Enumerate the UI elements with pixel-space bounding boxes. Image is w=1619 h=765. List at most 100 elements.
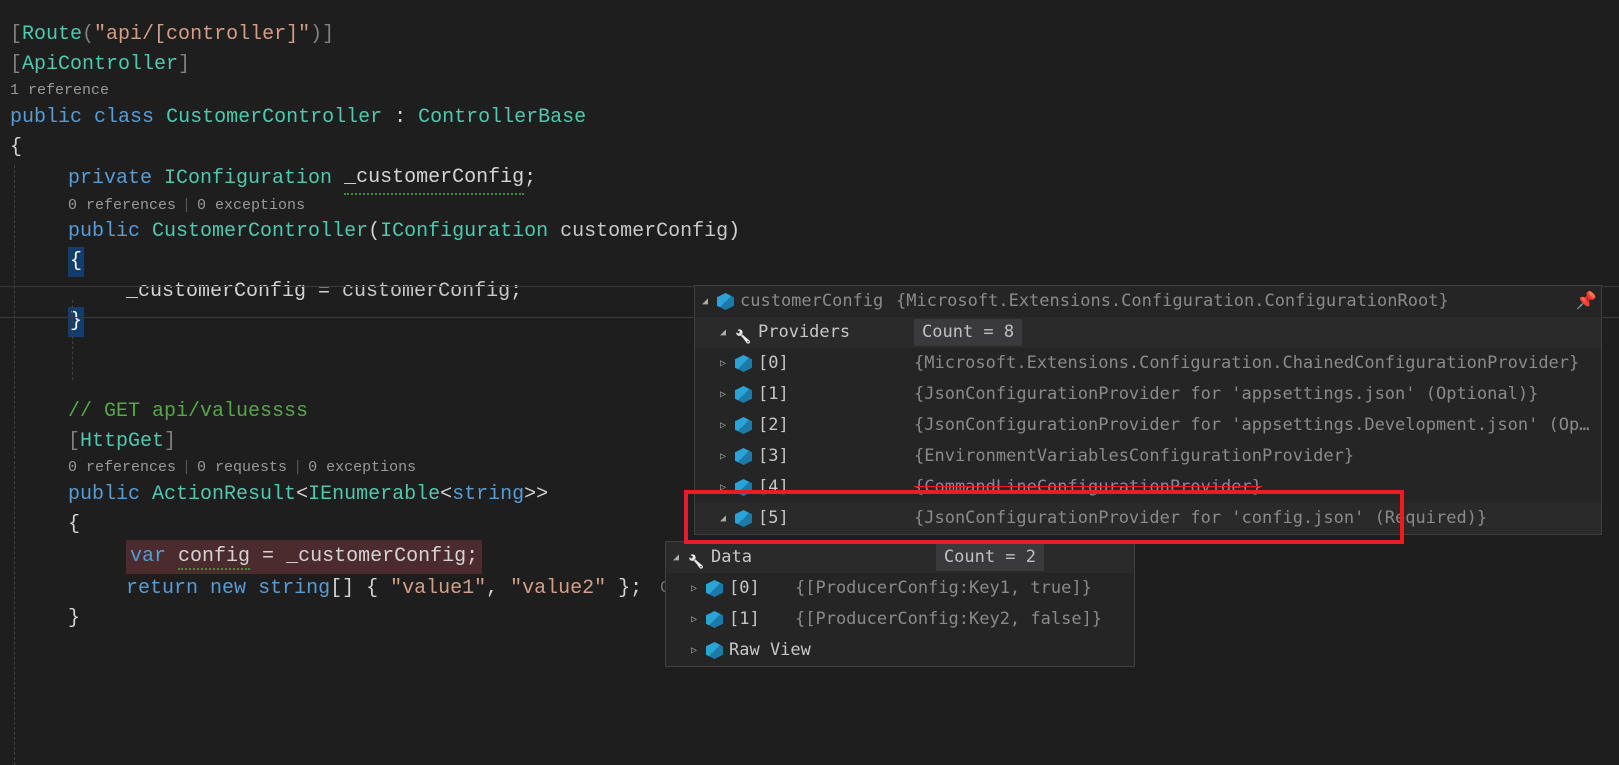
collapse-icon[interactable]: ◢	[670, 552, 682, 564]
separator: |	[182, 457, 191, 480]
datatip-value: {Microsoft.Extensions.Configuration.Conf…	[896, 289, 1570, 315]
datatip-name: customerConfig	[740, 289, 890, 315]
expand-icon[interactable]: ▷	[717, 420, 729, 432]
codelens-text: 0 requests	[197, 457, 287, 480]
string-literal: "api/[controller]"	[94, 20, 310, 50]
keyword: private	[68, 164, 152, 194]
field-name: _customerConfig	[344, 163, 524, 195]
type-name: CustomerController	[166, 103, 382, 133]
keyword: public	[68, 480, 140, 510]
code-line[interactable]: public class CustomerController : Contro…	[10, 103, 1619, 133]
datatip-index: [0]	[758, 351, 908, 377]
angle: <	[296, 480, 308, 510]
keyword: return	[126, 574, 198, 604]
datatip-value: {[ProducerConfig:Key2, false]}	[795, 607, 1130, 633]
count-badge: Count = 8	[914, 319, 1022, 347]
datatip-row[interactable]: ▷ [2]{JsonConfigurationProvider for 'apps…	[695, 410, 1601, 441]
codelens-text: 0 exceptions	[197, 195, 305, 218]
expand-icon[interactable]: ▷	[717, 451, 729, 463]
expand-icon[interactable]: ▷	[688, 645, 700, 657]
pin-icon[interactable]: 📌	[1576, 289, 1597, 315]
nested-datatip[interactable]: ◢ Data Count = 2 ▷[0]{[ProducerConfig:Ke…	[665, 541, 1135, 667]
collapse-icon[interactable]: ◢	[699, 296, 711, 308]
indent-guide-1	[14, 165, 15, 765]
code-line[interactable]: {	[10, 133, 1619, 163]
code-line[interactable]: [ApiController]	[10, 50, 1619, 80]
keyword: class	[94, 103, 154, 133]
datatip-index: [4]	[758, 475, 908, 501]
datatip-index: [1]	[729, 607, 789, 633]
param-type: IConfiguration	[380, 217, 548, 247]
bracket: ]	[164, 427, 176, 457]
separator: |	[293, 457, 302, 480]
code-line[interactable]: [Route(("api/[controller]")"api/[control…	[10, 20, 1619, 50]
paren: (	[368, 217, 380, 247]
datatip-row[interactable]: ▷ [1]{[ProducerConfig:Key2, false]}	[666, 604, 1134, 635]
brace-open: {	[68, 247, 84, 277]
datatip-row-data[interactable]: ◢ Data Count = 2	[666, 542, 1134, 573]
datatip-index: [2]	[758, 413, 908, 439]
collapse-icon[interactable]: ◢	[717, 327, 729, 339]
attr-name: ApiController	[22, 50, 178, 80]
object-icon	[706, 580, 723, 597]
datatip-value: {JsonConfigurationProvider for 'appsetti…	[914, 413, 1597, 439]
angle: >>	[524, 480, 548, 510]
datatip-value: {JsonConfigurationProvider for 'config.j…	[914, 506, 1597, 532]
object-icon	[735, 417, 752, 434]
datatip-row[interactable]: ▷[0]{[ProducerConfig:Key1, true]}	[666, 573, 1134, 604]
datatip-row-root[interactable]: ◢ customerConfig {Microsoft.Extensions.C…	[695, 286, 1601, 317]
object-icon	[735, 386, 752, 403]
codelens-text: 0 references	[68, 457, 176, 480]
type-name: ControllerBase	[418, 103, 586, 133]
datatip-row[interactable]: ▷[1]{JsonConfigurationProvider for 'apps…	[695, 379, 1601, 410]
datatip-name: Data	[711, 545, 752, 571]
attr-args-close: )	[310, 20, 322, 50]
datatip-row-providers[interactable]: ◢ Providers Count = 8	[695, 317, 1601, 348]
datatip-row[interactable]: ▷[3]{EnvironmentVariablesConfigurationPr…	[695, 441, 1601, 472]
array: [] {	[330, 574, 390, 604]
codelens-text: 1 reference	[10, 80, 109, 103]
datatip-row[interactable]: ▷ [4]{CommandLineConfigurationProvider}	[695, 472, 1601, 503]
codelens[interactable]: 1 reference	[10, 80, 1619, 103]
datatip-index: [1]	[758, 382, 908, 408]
codelens-text: 0 references	[68, 195, 176, 218]
expand-icon[interactable]: ▷	[688, 614, 700, 626]
datatip-row-raw[interactable]: ▷ Raw View	[666, 635, 1134, 666]
identifier: _customerConfig	[126, 277, 306, 307]
count-badge: Count = 2	[936, 544, 1044, 572]
expand-icon[interactable]: ▷	[717, 358, 729, 370]
semicolon: ;	[510, 277, 522, 307]
paren: )	[728, 217, 740, 247]
brace-close: }	[68, 307, 84, 337]
identifier: customerConfig	[342, 277, 510, 307]
brace: }	[68, 604, 80, 634]
expand-icon[interactable]: ▷	[717, 482, 729, 494]
bracket: ]	[178, 50, 190, 80]
code-line[interactable]: {	[10, 247, 1619, 277]
object-icon	[735, 355, 752, 372]
comma: ,	[486, 574, 510, 604]
datatip-value: {CommandLineConfigurationProvider}	[914, 475, 1597, 501]
object-icon	[717, 293, 734, 310]
attr-args-open: (	[82, 20, 94, 50]
code-line[interactable]: private IConfiguration _customerConfig;	[10, 163, 1619, 195]
datatip-value: {Microsoft.Extensions.Configuration.Chai…	[914, 351, 1597, 377]
object-icon	[706, 611, 723, 628]
indent-guide-2	[72, 300, 73, 380]
codelens[interactable]: 0 references|0 exceptions	[10, 195, 1619, 218]
code-line[interactable]: public CustomerController(IConfiguration…	[10, 217, 1619, 247]
bracket: ]	[322, 20, 334, 50]
bracket: [	[68, 427, 80, 457]
expand-icon[interactable]: ▷	[717, 389, 729, 401]
datatip-name: Raw View	[729, 638, 879, 664]
colon: :	[382, 103, 418, 133]
debug-datatip[interactable]: ◢ customerConfig {Microsoft.Extensions.C…	[694, 285, 1602, 535]
datatip-value: {[ProducerConfig:Key1, true]}	[795, 576, 1130, 602]
datatip-row[interactable]: ▷ [0]{Microsoft.Extensions.Configuration.…	[695, 348, 1601, 379]
collapse-icon[interactable]: ◢	[717, 513, 729, 525]
datatip-row-highlighted[interactable]: ◢[5]{JsonConfigurationProvider for 'conf…	[695, 503, 1601, 534]
expand-icon[interactable]: ▷	[688, 583, 700, 595]
end: };	[606, 574, 642, 604]
object-icon	[735, 448, 752, 465]
identifier: _customerConfig	[286, 545, 466, 568]
